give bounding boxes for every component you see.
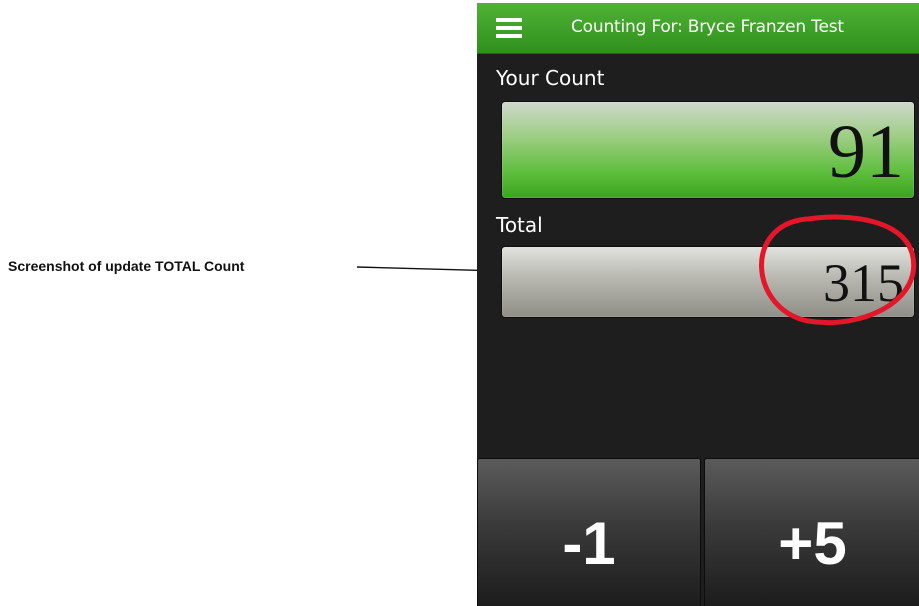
your-count-label: Your Count [496,66,605,90]
decrement-button[interactable]: -1 [477,458,701,606]
your-count-value: 91 [828,110,904,194]
app-header: Counting For: Bryce Franzen Test [477,3,919,54]
total-count-display: 315 [501,246,915,318]
hamburger-menu-icon[interactable] [496,18,522,38]
total-label: Total [496,213,543,237]
screenshot-canvas: Screenshot of update TOTAL Count Countin… [0,0,919,606]
decrement-button-label: -1 [562,510,616,577]
header-title: Counting For: Bryce Franzen Test [571,17,844,37]
annotation-label: Screenshot of update TOTAL Count [8,258,245,274]
increment-button[interactable]: +5 [704,458,919,606]
your-count-display: 91 [501,101,915,199]
app-window: Counting For: Bryce Franzen Test Your Co… [477,3,919,606]
increment-button-label: +5 [778,510,847,577]
total-count-value: 315 [823,253,904,313]
